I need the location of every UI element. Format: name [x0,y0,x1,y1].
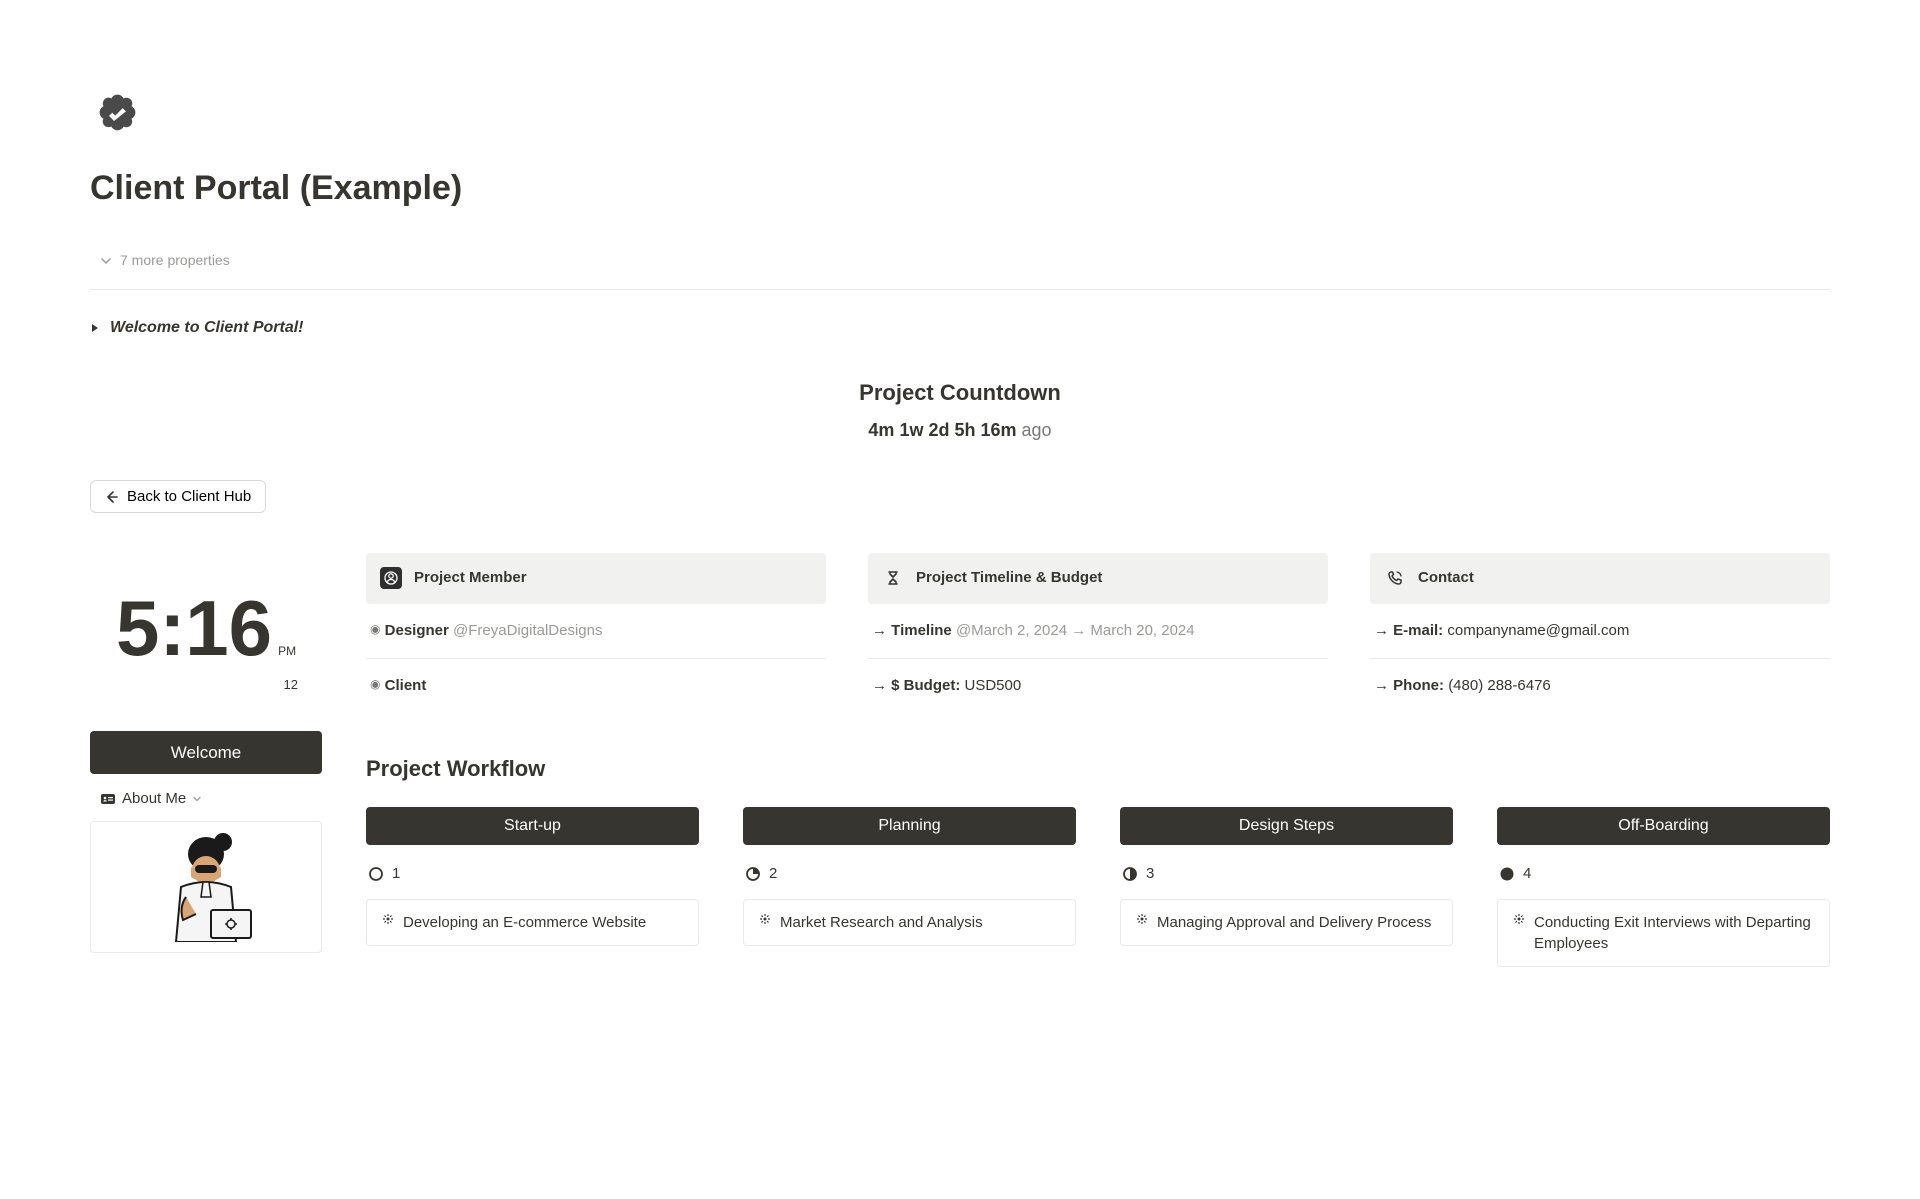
sparkle-icon [381,912,395,933]
workflow-card[interactable]: Conducting Exit Interviews with Departin… [1497,899,1830,967]
chevron-down-icon [100,255,112,267]
welcome-heading: Welcome [90,731,322,775]
avatar-card[interactable] [90,821,322,953]
workflow-title: Project Workflow [366,752,1830,785]
workflow-card[interactable]: Market Research and Analysis [743,899,1076,946]
designer-row[interactable]: ◉ Designer @FreyaDigitalDesigns [366,604,826,660]
status-quarter-icon [745,866,761,882]
clock-widget: 5:16 PM 12 [90,589,322,695]
workflow-status[interactable]: 2 [743,859,1076,900]
back-button-label: Back to Client Hub [127,488,251,505]
welcome-toggle-label: Welcome to Client Portal! [110,316,304,340]
sparkle-icon [758,912,772,933]
about-me-toggle[interactable]: About Me [90,774,322,821]
about-me-label: About Me [122,788,186,811]
workflow-header: Start-up [366,807,699,845]
timeline-row[interactable]: → Timeline @March 2, 2024 → March 20, 20… [868,604,1328,660]
workflow-column-offboarding: Off-Boarding 4 Conducting Exit Interview… [1497,807,1830,968]
budget-row[interactable]: → $ Budget: USD500 [868,659,1328,714]
page-title: Client Portal (Example) [90,163,1830,214]
card-header-project-member: Project Member [366,553,826,604]
chevron-down-icon [192,794,202,804]
workflow-header: Design Steps [1120,807,1453,845]
clock-date: 12 [90,675,322,695]
workflow-status[interactable]: 1 [366,859,699,900]
workflow-column-design: Design Steps 3 Managing Approval and Del… [1120,807,1453,968]
sparkle-icon [1135,912,1149,933]
more-properties-toggle[interactable]: 7 more properties [90,244,1830,290]
status-half-icon [1122,866,1138,882]
welcome-toggle[interactable]: Welcome to Client Portal! [90,310,1830,346]
phone-icon [1384,567,1406,589]
id-card-icon [100,791,116,807]
client-row[interactable]: ◉ Client [366,659,826,714]
timeline-budget-card: Project Timeline & Budget → Timeline @Ma… [868,553,1328,714]
verified-badge-icon [90,90,1830,145]
more-properties-label: 7 more properties [120,250,230,271]
sparkle-icon [1512,912,1526,954]
avatar-illustration [141,832,271,942]
workflow-status[interactable]: 3 [1120,859,1453,900]
workflow-card[interactable]: Managing Approval and Delivery Process [1120,899,1453,946]
clock-time: 5:16 [116,589,272,667]
phone-row[interactable]: → Phone: (480) 288-6476 [1370,659,1830,714]
project-member-card: Project Member ◉ Designer @FreyaDigitalD… [366,553,826,714]
person-icon [380,567,402,589]
email-row[interactable]: → E-mail: companyname@gmail.com [1370,604,1830,660]
workflow-header: Planning [743,807,1076,845]
workflow-header: Off-Boarding [1497,807,1830,845]
countdown-value: 4m 1w 2d 5h 16m ago [90,417,1830,444]
clock-period: PM [278,644,296,658]
card-header-timeline: Project Timeline & Budget [868,553,1328,604]
status-empty-icon [368,866,384,882]
workflow-card[interactable]: Developing an E-commerce Website [366,899,699,946]
workflow-column-planning: Planning 2 Market Research and Analysis [743,807,1076,968]
back-to-client-hub-button[interactable]: Back to Client Hub [90,480,266,513]
card-header-contact: Contact [1370,553,1830,604]
contact-card: Contact → E-mail: companyname@gmail.com … [1370,553,1830,714]
countdown-title: Project Countdown [90,376,1830,409]
workflow-board: Start-up 1 Developing an E-commerce Webs… [366,807,1830,968]
workflow-column-startup: Start-up 1 Developing an E-commerce Webs… [366,807,699,968]
workflow-status[interactable]: 4 [1497,859,1830,900]
status-full-icon [1499,866,1515,882]
arrow-left-icon [105,490,119,504]
toggle-arrow-icon [90,323,100,333]
hourglass-icon [882,567,904,589]
